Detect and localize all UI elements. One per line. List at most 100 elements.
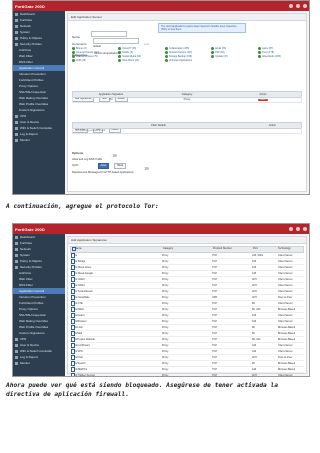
category-item[interactable]: Game (87) bbox=[257, 47, 302, 50]
filter-empty-text: No matching entries found bbox=[75, 129, 106, 132]
sidebar-item-label: User & Device bbox=[20, 343, 40, 347]
cell-protocol: TCP bbox=[212, 278, 217, 281]
sidebar-item[interactable]: Monitor bbox=[13, 360, 65, 366]
allow-status-icon bbox=[72, 51, 75, 54]
cell-port: ANY bbox=[252, 374, 258, 377]
category-item[interactable]: Remote.Access (75) bbox=[72, 55, 116, 58]
cell-category: Proxy bbox=[162, 320, 169, 323]
sidebar: Dashboard FortiView Network System Policy & … bbox=[13, 234, 65, 376]
override-signature: Tor bbox=[109, 98, 113, 101]
allow-status-icon bbox=[164, 55, 168, 58]
header-name[interactable]: Name bbox=[75, 247, 163, 252]
allow-status-icon bbox=[164, 59, 168, 62]
allow-status-icon bbox=[118, 55, 122, 58]
cell-technology: Client-Server bbox=[278, 254, 293, 257]
category-item[interactable]: VoIP (26) bbox=[72, 59, 116, 62]
header-technology[interactable]: Technology bbox=[278, 247, 303, 252]
allow-status-icon bbox=[118, 47, 122, 50]
category-item[interactable]: Web.Client (24) bbox=[118, 59, 162, 62]
table-row[interactable]: Tor.Hidden.Service Proxy TCP ANY Client-Serv… bbox=[70, 373, 304, 377]
sidebar-item-label: Intrusion Prevention bbox=[19, 295, 46, 299]
header-protocol[interactable]: Protocol Number bbox=[213, 247, 253, 252]
sidebar-item-label: FortiClient Profiles bbox=[19, 78, 44, 82]
cell-protocol: TCP bbox=[212, 374, 217, 377]
allow-status-icon bbox=[118, 51, 122, 54]
cell-port: ANY bbox=[252, 356, 258, 359]
sidebar-item-label: SSL/SSH Inspection bbox=[19, 90, 47, 94]
sidebar-item-label: WiFi & Switch Controller bbox=[20, 126, 53, 130]
cell-protocol: TCP bbox=[212, 290, 217, 293]
sidebar-item-label: AntiVirus bbox=[19, 48, 31, 52]
category-item[interactable]: Update (47) bbox=[211, 55, 255, 58]
category-item[interactable]: Botnet (4) bbox=[72, 47, 116, 50]
category-item[interactable]: Storage.Backup (159) bbox=[164, 55, 209, 58]
sidebar-item-label: Web Rating Overrides bbox=[19, 96, 49, 100]
category-item[interactable]: Collaboration (235) bbox=[164, 47, 209, 50]
override-category: Proxy bbox=[183, 98, 191, 101]
menu-icon bbox=[15, 241, 18, 245]
sidebar-item-label: Security Profiles bbox=[20, 265, 42, 269]
sidebar-item-label: VPN bbox=[20, 114, 27, 118]
cell-name: Tor.Obfs4 bbox=[74, 284, 85, 287]
category-item[interactable]: Proxy (178) bbox=[257, 51, 302, 54]
sidebar-item-label: Intrusion Prevention bbox=[19, 72, 46, 76]
help-icon[interactable] bbox=[296, 227, 300, 231]
sidebar-item-label: SSL/SSH Inspection bbox=[19, 313, 47, 317]
sidebar-item-label: Policy & Objects bbox=[20, 36, 42, 40]
user-icon[interactable] bbox=[303, 4, 307, 8]
cell-technology: Client-Server bbox=[278, 284, 293, 287]
sidebar-item-label: FortiClient Profiles bbox=[19, 301, 44, 305]
category-item[interactable]: Social.Media (94) bbox=[118, 55, 162, 58]
cell-protocol: TCP bbox=[212, 314, 217, 317]
cell-technology: Peer-to-Peer bbox=[278, 296, 293, 299]
allow-status-icon bbox=[211, 55, 215, 58]
menu-icon bbox=[15, 42, 18, 46]
cell-category: Proxy bbox=[162, 284, 169, 287]
replacement-toggle[interactable] bbox=[141, 167, 149, 170]
category-item[interactable]: Video/Audio (165) bbox=[257, 55, 302, 58]
category-item[interactable]: General.Interest (213) bbox=[72, 51, 116, 54]
cell-protocol: TCP bbox=[212, 362, 217, 365]
option-replacement-label: Replacement Messages for HTTP-based Appl… bbox=[72, 171, 134, 174]
category-item[interactable]: Cloud.IT (45) bbox=[118, 47, 162, 50]
menu-icon bbox=[15, 355, 18, 359]
cell-category: Proxy bbox=[162, 254, 169, 257]
cell-protocol: TCP bbox=[212, 338, 217, 341]
help-icon[interactable] bbox=[296, 4, 300, 8]
category-label: Proxy (178) bbox=[261, 51, 274, 54]
sidebar-item-label: User & Device bbox=[20, 120, 40, 124]
cell-category: Proxy bbox=[162, 368, 169, 371]
cell-category: Proxy bbox=[162, 266, 169, 269]
cell-port: ANY bbox=[252, 296, 258, 299]
category-item[interactable] bbox=[211, 59, 255, 62]
category-item[interactable]: Unknown Applications bbox=[164, 59, 209, 62]
sidebar-item-label: Application Control bbox=[19, 289, 45, 293]
user-icon[interactable] bbox=[303, 227, 307, 231]
cell-name: TorBrowser bbox=[74, 320, 87, 323]
category-item[interactable]: P2P (60) bbox=[211, 51, 255, 54]
sidebar: Dashboard FortiView Network System Policy & … bbox=[13, 11, 65, 194]
category-item[interactable] bbox=[258, 59, 302, 62]
notification-icon[interactable] bbox=[289, 4, 293, 8]
notification-icon[interactable] bbox=[289, 227, 293, 231]
screenshot-application-sensor: FortiGate 200D Dashboard FortiView Network… bbox=[12, 0, 310, 195]
menu-icon bbox=[15, 265, 18, 269]
cell-port: 80 bbox=[252, 326, 255, 329]
category-item[interactable]: Network.Service (315) bbox=[164, 51, 209, 54]
override-row-tor[interactable]: Tor Proxy Block bbox=[72, 97, 302, 103]
header-port[interactable]: Port bbox=[253, 247, 278, 252]
category-label: Video/Audio (165) bbox=[261, 55, 281, 58]
cell-category: Proxy bbox=[162, 272, 169, 275]
category-label: Botnet (4) bbox=[76, 47, 87, 50]
cell-port: 443 bbox=[252, 314, 257, 317]
cell-category: Proxy bbox=[162, 296, 169, 299]
category-label: Update (47) bbox=[215, 55, 228, 58]
category-item[interactable]: Email (76) bbox=[211, 47, 255, 50]
category-label: Web.Client (24) bbox=[122, 59, 139, 62]
menu-icon bbox=[15, 114, 18, 118]
sidebar-item-label: WiFi & Switch Controller bbox=[20, 349, 53, 353]
category-item[interactable]: Mobile (3) bbox=[118, 51, 162, 54]
category-label: Mobile (3) bbox=[122, 51, 134, 54]
header-category[interactable]: Category bbox=[163, 247, 213, 252]
sidebar-item[interactable]: Monitor bbox=[13, 137, 65, 143]
